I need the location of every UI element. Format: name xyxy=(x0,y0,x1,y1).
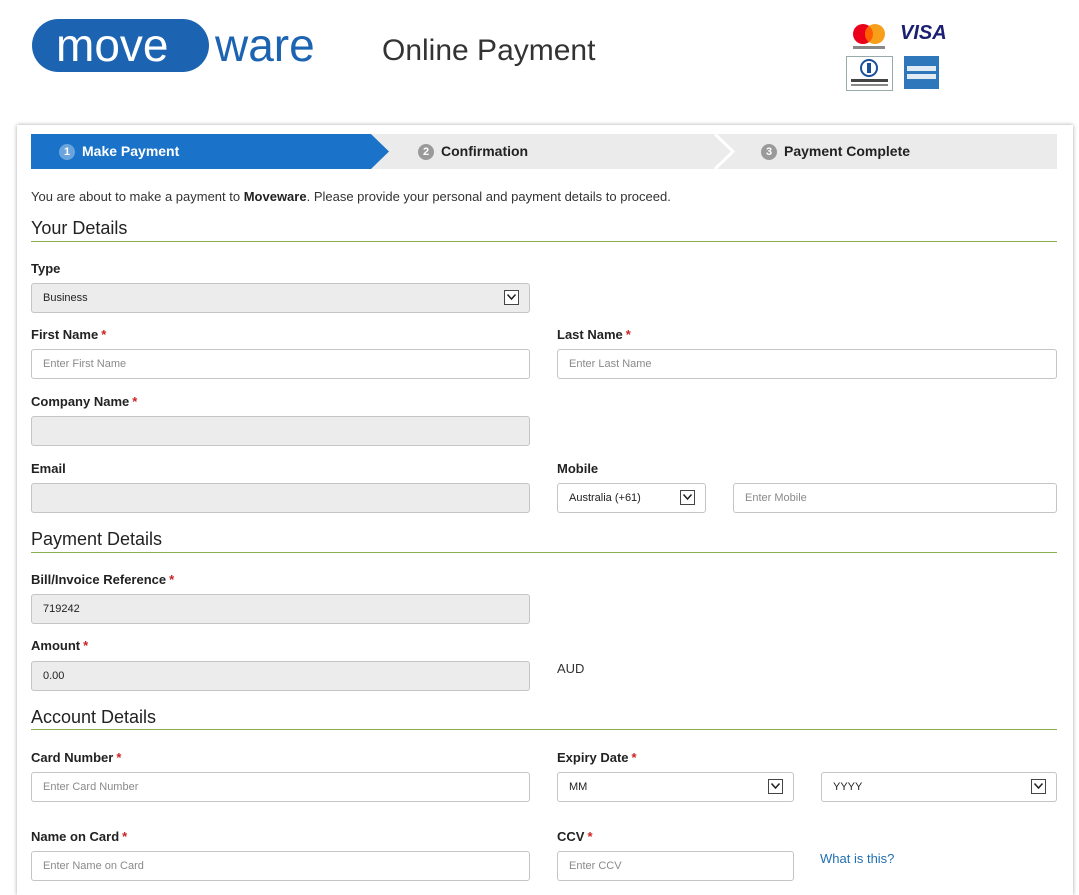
amount-label: Amount * xyxy=(31,638,88,653)
section-title-payment-details: Payment Details xyxy=(31,529,163,549)
mobile-country-value: Australia (+61) xyxy=(569,492,641,504)
section-title-account-details: Account Details xyxy=(31,707,157,727)
email-label: Email xyxy=(31,461,66,476)
last-name-label-text: Last Name xyxy=(557,327,623,342)
required-marker: * xyxy=(83,638,89,653)
company-name-label-text: Company Name xyxy=(31,394,130,409)
required-marker: * xyxy=(625,327,631,342)
card-number-label-text: Card Number xyxy=(31,750,114,765)
name-on-card-input[interactable]: Enter Name on Card xyxy=(31,851,530,881)
bill-reference-label-text: Bill/Invoice Reference xyxy=(31,572,167,587)
intro-company: Moveware xyxy=(243,189,307,204)
company-name-label: Company Name * xyxy=(31,394,137,409)
mastercard-icon xyxy=(853,24,885,49)
step-label: Confirmation xyxy=(441,143,529,159)
last-name-label: Last Name * xyxy=(557,327,631,342)
type-label: Type xyxy=(31,261,61,276)
section-divider xyxy=(31,241,1057,242)
step-label: Payment Complete xyxy=(784,143,911,159)
intro-text: You are about to make a payment to Movew… xyxy=(31,189,671,204)
page-title: Online Payment xyxy=(382,34,596,67)
step-label: Make Payment xyxy=(82,143,180,159)
card-number-input[interactable]: Enter Card Number xyxy=(31,772,530,802)
company-name-input[interactable] xyxy=(31,416,530,446)
currency-label: AUD xyxy=(557,661,585,676)
type-select-value: Business xyxy=(43,292,88,304)
bill-reference-label: Bill/Invoice Reference * xyxy=(31,572,174,587)
step-make-payment: 1 Make Payment xyxy=(59,134,179,169)
required-marker: * xyxy=(132,394,138,409)
section-divider xyxy=(31,552,1057,553)
diners-club-icon xyxy=(846,56,893,91)
section-divider xyxy=(31,729,1057,730)
bill-reference-input[interactable]: 719242 xyxy=(31,594,530,624)
required-marker: * xyxy=(587,829,593,844)
visa-icon: VISA xyxy=(900,22,947,44)
first-name-label: First Name * xyxy=(31,327,106,342)
ccv-label-text: CCV xyxy=(557,829,585,844)
chevron-down-icon xyxy=(680,490,695,505)
required-marker: * xyxy=(169,572,175,587)
step-number: 3 xyxy=(761,144,777,160)
expiry-date-label-text: Expiry Date xyxy=(557,750,629,765)
expiry-year-value: YYYY xyxy=(833,781,863,793)
required-marker: * xyxy=(101,327,107,342)
expiry-date-label: Expiry Date * xyxy=(557,750,637,765)
section-title-your-details: Your Details xyxy=(31,218,128,238)
required-marker: * xyxy=(631,750,637,765)
mobile-label: Mobile xyxy=(557,461,599,476)
moveware-logo: move ware xyxy=(32,19,322,73)
expiry-year-select[interactable]: YYYY xyxy=(821,772,1057,802)
amount-input[interactable]: 0.00 xyxy=(31,661,530,691)
mobile-input[interactable]: Enter Mobile xyxy=(733,483,1057,513)
step-number: 2 xyxy=(418,144,434,160)
name-on-card-label: Name on Card * xyxy=(31,829,127,844)
expiry-month-select[interactable]: MM xyxy=(557,772,794,802)
ccv-input[interactable]: Enter CCV xyxy=(557,851,794,881)
logo-text-ware: ware xyxy=(215,19,315,71)
chevron-down-icon xyxy=(504,290,519,305)
amount-label-text: Amount xyxy=(31,638,81,653)
type-select[interactable]: Business xyxy=(31,283,530,313)
chevron-down-icon xyxy=(768,779,783,794)
progress-steps: 1 Make Payment 2 Confirmation 3 Payment Com… xyxy=(31,134,1057,169)
expiry-month-value: MM xyxy=(569,781,588,793)
ccv-label: CCV * xyxy=(557,829,593,844)
name-on-card-label-text: Name on Card xyxy=(31,829,120,844)
chevron-down-icon xyxy=(1031,779,1046,794)
first-name-label-text: First Name xyxy=(31,327,99,342)
ccv-help-link[interactable]: What is this? xyxy=(820,851,894,866)
step-payment-complete: 3 Payment Complete xyxy=(761,134,910,169)
last-name-input[interactable]: Enter Last Name xyxy=(557,349,1057,379)
step-confirmation: 2 Confirmation xyxy=(418,134,528,169)
logo-text-move: move xyxy=(56,19,169,71)
first-name-input[interactable]: Enter First Name xyxy=(31,349,530,379)
american-express-icon xyxy=(904,56,939,89)
intro-prefix: You are about to make a payment to xyxy=(31,189,244,204)
required-marker: * xyxy=(122,829,128,844)
email-input[interactable] xyxy=(31,483,530,513)
card-number-label: Card Number * xyxy=(31,750,121,765)
required-marker: * xyxy=(116,750,122,765)
intro-suffix: . Please provide your personal and payme… xyxy=(306,189,671,204)
step-number: 1 xyxy=(59,144,75,160)
mobile-country-select[interactable]: Australia (+61) xyxy=(557,483,706,513)
